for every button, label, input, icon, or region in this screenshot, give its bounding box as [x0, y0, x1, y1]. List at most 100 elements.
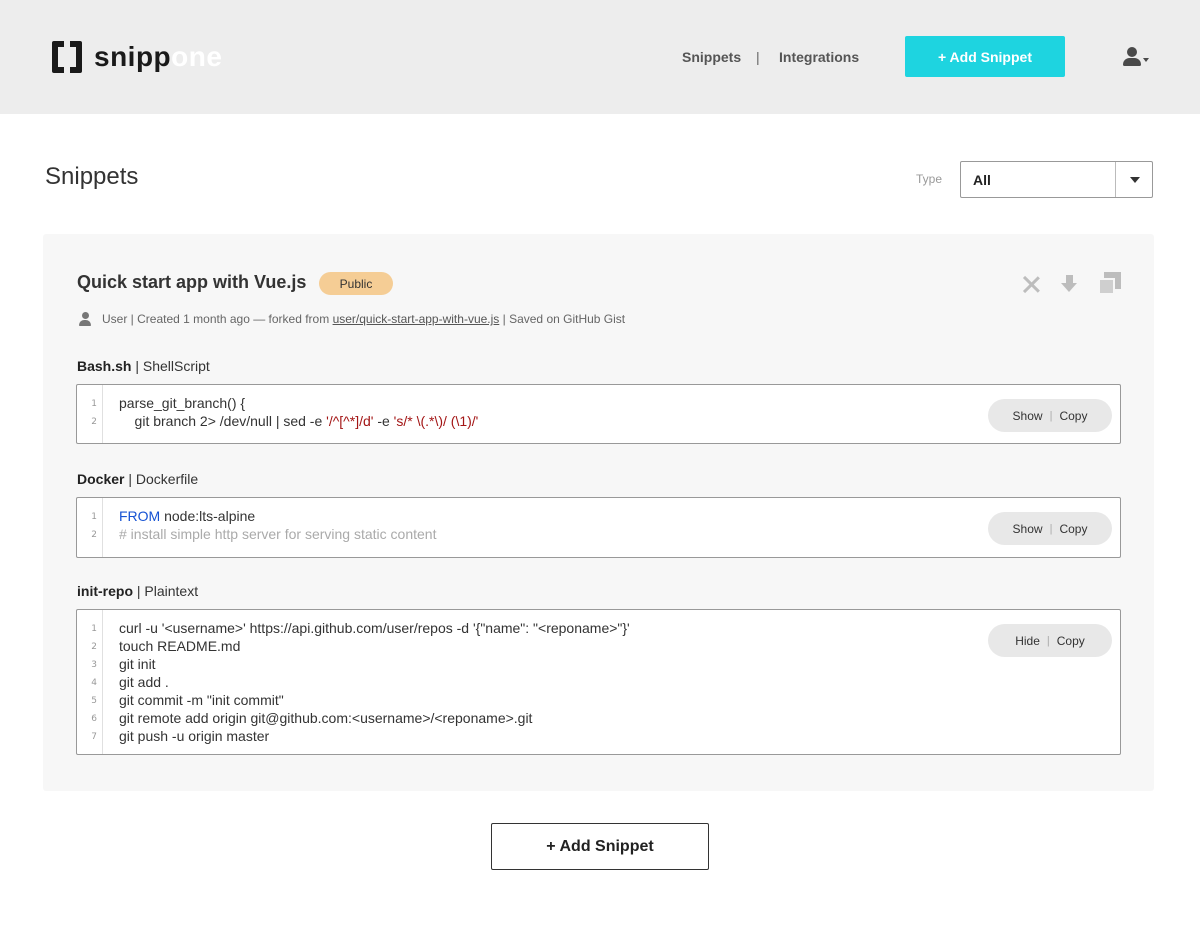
- file-language: | Plaintext: [133, 583, 199, 599]
- file-heading: init-repo | Plaintext: [77, 583, 198, 599]
- type-filter-select[interactable]: All: [960, 161, 1153, 198]
- code-line: 2 git branch 2> /dev/null | sed -e '/^[^…: [77, 412, 1120, 430]
- meta-suffix: | Saved on GitHub Gist: [499, 312, 626, 326]
- code-lines: 1 parse_git_branch() {2 git branch 2> /de…: [77, 394, 1120, 430]
- code-token: node:lts-alpine: [160, 508, 256, 524]
- show-button[interactable]: Show: [1013, 409, 1043, 423]
- nav-integrations-link[interactable]: Integrations: [779, 49, 859, 65]
- code-token: curl -u '<username>' https://api.github.…: [119, 620, 630, 636]
- logo-mark-icon: [52, 41, 82, 73]
- meta-prefix: User | Created 1 month ago — forked from: [102, 312, 333, 326]
- file-name: init-repo: [77, 583, 133, 599]
- snippet-card: Quick start app with Vue.js Public User …: [43, 234, 1154, 791]
- code-keyword: FROM: [119, 508, 161, 524]
- code-token: git branch 2> /dev/null | sed -e: [119, 413, 327, 429]
- logo[interactable]: snippone: [52, 40, 222, 74]
- chevron-down-icon: [1130, 177, 1140, 183]
- line-number: 6: [91, 714, 97, 724]
- copy-button[interactable]: Copy: [1059, 522, 1087, 536]
- code-actions: Show | Copy: [988, 512, 1112, 545]
- line-text: FROM node:lts-alpine: [119, 507, 255, 525]
- code-lines: 1 curl -u '<username>' https://api.github…: [77, 619, 1120, 745]
- code-line: 2 # install simple http server for servin…: [77, 525, 1120, 543]
- visibility-badge: Public: [319, 272, 393, 295]
- line-text: touch README.md: [119, 637, 240, 655]
- code-block[interactable]: 1 parse_git_branch() {2 git branch 2> /de…: [76, 384, 1121, 444]
- line-number: 1: [91, 512, 97, 522]
- download-icon[interactable]: [1057, 272, 1081, 296]
- file-language: | Dockerfile: [124, 471, 199, 487]
- line-number: 2: [91, 417, 97, 427]
- code-line: 1 FROM node:lts-alpine: [77, 507, 1120, 525]
- code-line: 1 parse_git_branch() {: [77, 394, 1120, 412]
- code-line: 6 git remote add origin git@github.com:<u…: [77, 709, 1120, 727]
- code-token: git push -u origin master: [119, 728, 270, 744]
- copy-button[interactable]: Copy: [1059, 409, 1087, 423]
- close-icon[interactable]: [1019, 272, 1043, 296]
- separator: |: [1049, 522, 1053, 535]
- code-token: git add .: [119, 674, 169, 690]
- code-string: 's/* \(.*\)/ (\1)/': [393, 413, 479, 429]
- code-lines: 1 FROM node:lts-alpine 2 # install simple h…: [77, 507, 1120, 543]
- type-filter-value: All: [973, 172, 991, 188]
- copy-button[interactable]: Copy: [1057, 634, 1085, 648]
- code-line: 7 git push -u origin master: [77, 727, 1120, 745]
- separator: |: [1046, 634, 1050, 647]
- logo-text: snippone: [94, 41, 223, 72]
- code-block[interactable]: 1 curl -u '<username>' https://api.github…: [76, 609, 1121, 755]
- code-block[interactable]: 1 FROM node:lts-alpine 2 # install simple h…: [76, 497, 1121, 558]
- duplicate-icon[interactable]: [1098, 272, 1122, 296]
- top-bar: snippone Snippets | Integrations + Add S…: [0, 0, 1200, 114]
- line-text: # install simple http server for serving…: [119, 525, 436, 543]
- nav-separator: |: [756, 49, 760, 65]
- line-number: 2: [91, 530, 97, 540]
- user-menu[interactable]: [1120, 47, 1152, 69]
- code-line: 3 git init: [77, 655, 1120, 673]
- line-number: 1: [91, 624, 97, 634]
- code-line: 1 curl -u '<username>' https://api.github…: [77, 619, 1120, 637]
- line-text: git add .: [119, 673, 169, 691]
- line-text: parse_git_branch() {: [119, 394, 245, 412]
- line-text: git push -u origin master: [119, 727, 269, 745]
- line-number: 5: [91, 696, 97, 706]
- code-actions: Show | Copy: [988, 399, 1112, 432]
- code-token: git init: [119, 656, 156, 672]
- add-snippet-bottom-button[interactable]: + Add Snippet: [491, 823, 709, 870]
- snippet-meta: User | Created 1 month ago — forked from…: [79, 311, 625, 327]
- code-token: touch README.md: [119, 638, 241, 654]
- show-button[interactable]: Show: [1013, 522, 1043, 536]
- line-text: git remote add origin git@github.com:<us…: [119, 709, 532, 727]
- page-title: Snippets: [45, 163, 139, 190]
- code-line: 4 git add .: [77, 673, 1120, 691]
- separator: |: [1049, 409, 1053, 422]
- nav-snippets-link[interactable]: Snippets: [682, 49, 741, 65]
- select-divider: [1115, 162, 1116, 197]
- snippet-title[interactable]: Quick start app with Vue.js: [77, 272, 306, 293]
- code-actions: Hide | Copy: [988, 624, 1112, 657]
- file-name: Docker: [77, 471, 125, 487]
- code-token: git remote add origin git@github.com:<us…: [119, 710, 533, 726]
- code-comment: # install simple http server for serving…: [119, 526, 437, 542]
- line-text: git init: [119, 655, 156, 673]
- chevron-down-icon: [1143, 58, 1149, 62]
- hide-button[interactable]: Hide: [1015, 634, 1040, 648]
- code-token: git commit -m "init commit": [119, 692, 284, 708]
- code-line: 2 touch README.md: [77, 637, 1120, 655]
- code-token: parse_git_branch() {: [119, 395, 246, 411]
- line-number: 1: [91, 399, 97, 409]
- file-heading: Bash.sh | ShellScript: [77, 358, 210, 374]
- line-text: git commit -m "init commit": [119, 691, 284, 709]
- line-number: 3: [91, 660, 97, 670]
- code-string: '/^[^*]/d': [326, 413, 374, 429]
- code-line: 5 git commit -m "init commit": [77, 691, 1120, 709]
- user-icon: [1123, 47, 1141, 67]
- user-icon: [79, 312, 91, 326]
- file-name: Bash.sh: [77, 358, 132, 374]
- add-snippet-button[interactable]: + Add Snippet: [905, 36, 1065, 77]
- type-filter-label: Type: [916, 172, 943, 186]
- line-text: git branch 2> /dev/null | sed -e '/^[^*]…: [119, 412, 479, 430]
- fork-source-link[interactable]: user/quick-start-app-with-vue.js: [333, 312, 500, 326]
- file-language: | ShellScript: [131, 358, 210, 374]
- line-text: curl -u '<username>' https://api.github.…: [119, 619, 630, 637]
- line-number: 4: [91, 678, 97, 688]
